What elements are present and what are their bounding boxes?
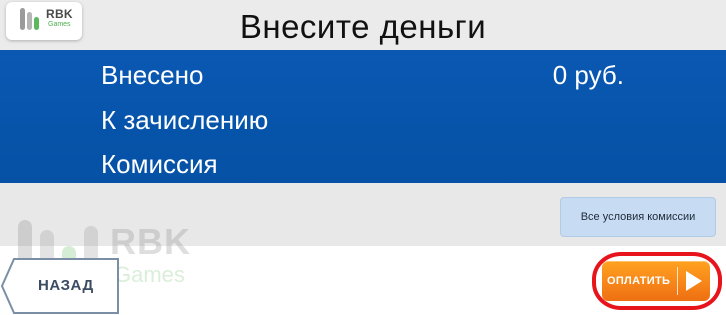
deposited-value: 0 руб. bbox=[552, 60, 624, 90]
back-label: НАЗАД bbox=[38, 277, 94, 294]
commission-conditions-button[interactable]: Все условия комиссии bbox=[560, 197, 716, 237]
logo: RBK Games bbox=[6, 2, 82, 40]
commission-label: Комиссия bbox=[101, 149, 218, 179]
pay-button-wrapper: ОПЛАТИТЬ bbox=[592, 252, 722, 310]
back-button[interactable]: НАЗАД bbox=[0, 256, 122, 315]
conditions-band: Все условия комиссии bbox=[0, 183, 726, 246]
payment-screen: Внесите деньги RBK Games Внесено 0 руб. … bbox=[0, 0, 726, 315]
pay-highlight-circle bbox=[592, 252, 722, 310]
rbk-games-logo-icon bbox=[20, 8, 40, 30]
to-credit-label: К зачислению bbox=[101, 105, 269, 135]
deposited-label: Внесено bbox=[101, 60, 204, 90]
header-bar: Внесите деньги RBK Games bbox=[0, 0, 726, 50]
payment-info-panel: Внесено 0 руб. К зачислению Комиссия bbox=[0, 50, 726, 183]
logo-sub: Games bbox=[48, 21, 71, 28]
page-title: Внесите деньги bbox=[239, 8, 487, 45]
logo-name: RBK bbox=[46, 7, 73, 21]
